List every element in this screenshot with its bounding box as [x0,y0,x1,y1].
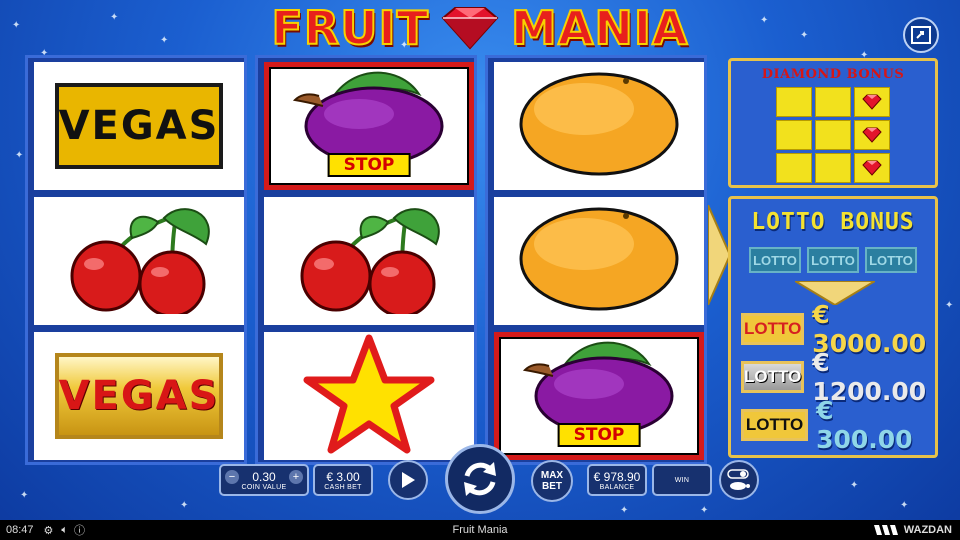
max-bet-line2: BET [542,481,562,492]
diamond-bonus-cell [776,153,812,183]
lotto-slots: LOTTO LOTTO LOTTO [749,247,917,273]
sparkle-icon: ✦ [160,35,169,46]
autoplay-button[interactable] [388,460,428,500]
lotto-prize-row: LOTTO € 1200.00 [741,348,933,406]
lotto-prize-row: LOTTO € 300.00 [741,396,933,454]
sound-icon[interactable]: 🔈︎ [61,524,68,537]
sparkle-icon: ✦ [760,15,769,26]
stop-label: STOP [327,153,411,177]
coin-plus-button[interactable]: + [288,469,303,484]
reel-cell: STOP [264,62,474,190]
balance-value: € 978.90 [593,469,641,484]
lotto-prize-badge: LOTTO [741,409,809,441]
reel-3: STOP [485,55,707,465]
reel-cell [494,62,704,190]
title-word-right: MANIA [510,0,689,56]
diamond-bonus-cell [815,120,851,150]
brand-logo: WAZDAN [873,524,952,536]
sparkle-icon: ✦ [12,20,21,31]
vegas-symbol: VEGAS [55,83,223,169]
brand-name: WAZDAN [903,524,952,536]
diamond-bonus-panel: DIAMOND BONUS [728,58,938,188]
reels-area: VEGAS VEGAS STOP STOP [25,55,707,465]
win-display: WIN [652,464,712,496]
diamond-bonus-cell [815,153,851,183]
win-label: WIN [674,476,690,484]
diamond-bonus-grid [776,87,890,183]
cherries-icon [54,204,224,319]
arrow-right-icon [708,205,730,305]
coin-value-label: COIN VALUE [241,483,287,491]
vegas-symbol: VEGAS [55,353,223,439]
diamond-bonus-cell [776,120,812,150]
game-stage: ✦✦✦✦✦✦✦✦✦✦✦✦✦✦✦✦✦✦ FRUIT MANIA VEGAS VEG… [0,0,960,520]
sparkle-icon: ✦ [110,12,119,23]
star-icon [299,334,439,459]
sparkle-icon: ✦ [945,300,954,311]
reel-cell: VEGAS [34,332,244,460]
reel-2: STOP [255,55,477,465]
reel-cell [34,197,244,325]
diamond-bonus-cell [854,87,890,117]
diamond-bonus-title: DIAMOND BONUS [761,67,905,82]
reel-cell [264,197,474,325]
spin-button[interactable] [445,444,515,514]
lotto-slot: LOTTO [749,247,801,273]
cash-bet-label: CASH BET [324,483,362,491]
reel-1: VEGAS VEGAS [25,55,247,465]
balance-display: € 978.90 BALANCE [587,464,647,496]
balance-label: BALANCE [599,483,635,491]
control-bar: − 0.30 + COIN VALUE € 3.00 CASH BET MAX … [0,444,960,520]
sparkle-icon: ✦ [15,150,24,161]
help-icon[interactable]: ⓘ [74,522,85,538]
lotto-prize-badge: LOTTO [741,313,805,345]
fullscreen-icon [911,26,931,44]
play-icon [402,472,415,488]
coin-value: 0.30 [252,469,276,484]
lotto-prize-row: LOTTO € 3000.00 [741,300,933,358]
reel-cell [494,197,704,325]
reel-cell: VEGAS [34,62,244,190]
diamond-bonus-cell [815,87,851,117]
orange-icon [514,204,684,319]
max-bet-button[interactable]: MAX BET [531,460,573,502]
stop-label: STOP [557,423,641,447]
clock-time: 08:47 [6,524,34,536]
max-bet-line1: MAX [540,470,564,481]
diamond-bonus-cell [854,153,890,183]
orange-icon [514,69,684,184]
diamond-bonus-cell [776,87,812,117]
sparkle-icon: ✦ [800,30,809,41]
lotto-bonus-panel: LOTTO BONUS LOTTO LOTTO LOTTO LOTTO € 3000.… [728,196,938,458]
game-title: FRUIT MANIA [205,0,755,56]
lotto-slot: LOTTO [807,247,859,273]
turtle-toggle-icon [727,469,750,490]
cash-bet-display: € 3.00 CASH BET [313,464,373,496]
lotto-bonus-title: LOTTO BONUS [751,209,915,235]
lotto-prize-value: € 300.00 [816,396,913,454]
cherries-icon [284,204,454,319]
fullscreen-button[interactable] [903,17,939,53]
spin-icon [464,462,496,496]
diamond-bonus-cell [854,120,890,150]
settings-icon[interactable]: ⚙ [44,524,54,537]
wazdan-logo-icon [873,525,898,535]
coin-minus-button[interactable]: − [225,469,239,484]
diamond-icon [862,127,882,143]
diamond-icon [862,160,882,176]
turbo-toggle-button[interactable] [719,460,759,500]
diamond-icon [862,94,882,110]
title-diamond-icon [441,7,499,50]
game-name: Fruit Mania [452,524,508,536]
lotto-prize-badge: LOTTO [741,361,805,393]
coin-value-control: − 0.30 + COIN VALUE [219,464,309,496]
cash-bet-value: € 3.00 [326,469,360,484]
title-word-left: FRUIT [270,0,430,56]
status-bar: 08:47 ⚙ 🔈︎ ⓘ Fruit Mania WAZDAN [0,520,960,540]
reel-cell: STOP [494,332,704,460]
reel-cell [264,332,474,460]
lotto-slot: LOTTO [865,247,917,273]
